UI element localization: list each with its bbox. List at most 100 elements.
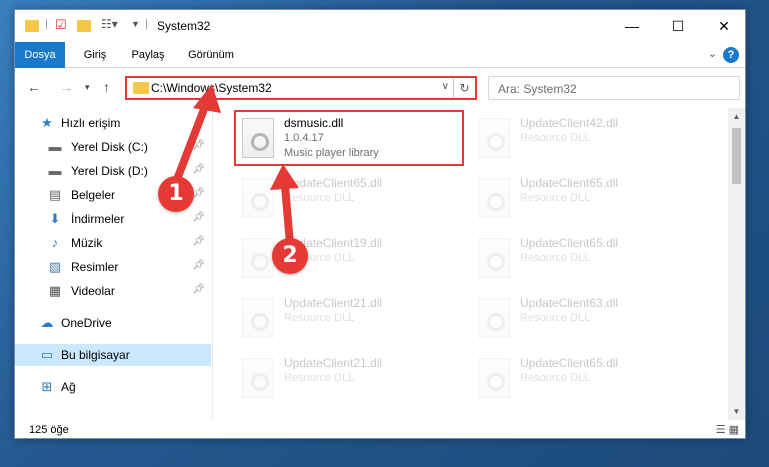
dll-file-icon	[478, 298, 510, 338]
pin-icon: 📌︎	[192, 140, 205, 151]
file-item[interactable]: UpdateClient65.dll Resource DLL	[472, 232, 702, 288]
vertical-scrollbar[interactable]: ▲ ▼	[728, 108, 745, 420]
up-arrow-icon[interactable]: ↑	[103, 79, 110, 95]
scroll-down-icon[interactable]: ▼	[728, 403, 745, 420]
dll-file-icon	[242, 118, 274, 158]
file-name: UpdateClient21.dll	[284, 296, 383, 310]
sidebar-item-music[interactable]: ♪ Müzik 📌︎	[15, 232, 211, 254]
tab-share[interactable]: Paylaş	[123, 42, 173, 68]
tab-home[interactable]: Giriş	[73, 42, 117, 68]
dll-file-icon	[478, 358, 510, 398]
pin-icon: 📌︎	[192, 284, 205, 295]
file-item[interactable]: UpdateClient65.dll Resource DLL	[472, 172, 702, 228]
back-arrow-icon[interactable]: ←	[27, 79, 41, 95]
sidebar-item-videos[interactable]: ▦ Videolar 📌︎	[15, 280, 211, 302]
file-item-dsmusic[interactable]: dsmusic.dll 1.0.4.17 Music player librar…	[234, 110, 464, 166]
pin-icon: 📌︎	[192, 164, 205, 175]
dll-file-icon	[242, 238, 274, 278]
document-icon: ▤	[48, 187, 62, 202]
search-placeholder: Ara: System32	[498, 82, 577, 96]
pin-icon: 📌︎	[192, 212, 205, 223]
close-button[interactable]: ✕	[701, 10, 745, 42]
file-name: UpdateClient65.dll	[284, 176, 383, 190]
drive-icon: ▬	[48, 163, 62, 178]
computer-icon: ▭	[40, 347, 54, 362]
sidebar-item-label: Belgeler	[71, 188, 116, 202]
file-name: UpdateClient65.dll	[520, 176, 619, 190]
customize-toolbar-icon[interactable]: ☷▾	[101, 17, 118, 33]
properties-icon[interactable]: ☑	[55, 17, 67, 33]
dropdown-icon[interactable]: ▼	[131, 19, 140, 35]
dll-file-icon	[242, 358, 274, 398]
dll-file-icon	[478, 178, 510, 218]
address-bar[interactable]: C:\Windows\System32 ∨ ↻	[125, 76, 477, 100]
file-item[interactable]: UpdateClient65.dll Resource DLL	[236, 172, 466, 228]
scroll-up-icon[interactable]: ▲	[728, 108, 745, 125]
file-description: Resource DLL	[520, 192, 591, 204]
view-toggle-icons[interactable]: ☰ ▦	[716, 423, 739, 436]
item-count: 125 öğe	[29, 424, 69, 436]
pictures-icon: ▧	[48, 259, 62, 274]
scrollbar-thumb[interactable]	[732, 128, 741, 184]
chevron-down-icon[interactable]: ∨	[442, 81, 449, 92]
refresh-icon[interactable]: ↻	[453, 78, 475, 98]
step-badge-1: 1	[158, 176, 194, 212]
status-bar: 125 öğe ☰ ▦	[15, 420, 745, 438]
file-description: Resource DLL	[520, 372, 591, 384]
file-description: Music player library	[284, 147, 379, 159]
tab-file[interactable]: Dosya	[15, 42, 65, 68]
navigation-bar: ← → ▾ ↑ C:\Windows\System32 ∨ ↻ Ara: Sys…	[15, 68, 745, 108]
video-icon: ▦	[48, 283, 62, 298]
star-icon: ★	[41, 115, 53, 130]
new-folder-icon[interactable]	[77, 20, 91, 32]
ribbon-tabs: Dosya Giriş Paylaş Görünüm ⌄ ?	[15, 42, 745, 68]
tab-view[interactable]: Görünüm	[181, 42, 241, 68]
sidebar-item-pictures[interactable]: ▧ Resimler 📌︎	[15, 256, 211, 278]
network-icon: ⊞	[41, 379, 53, 394]
sidebar-item-label: Resimler	[71, 260, 119, 274]
file-name: UpdateClient63.dll	[520, 296, 619, 310]
dll-file-icon	[242, 298, 274, 338]
title-bar: | ☑ ☷▾ ▼ | System32 — ☐ ✕	[15, 10, 745, 42]
separator-icon: |	[145, 18, 148, 30]
help-icon[interactable]: ?	[723, 47, 739, 63]
search-input[interactable]: Ara: System32	[488, 76, 740, 100]
file-item[interactable]: UpdateClient42.dll Resource DLL	[472, 112, 702, 168]
sidebar-item-label: Yerel Disk (C:)	[71, 140, 148, 154]
file-name: dsmusic.dll	[284, 116, 344, 130]
sidebar-item-quick-access[interactable]: ★ Hızlı erişim	[15, 112, 211, 134]
file-item[interactable]: UpdateClient21.dll Resource DLL	[236, 292, 466, 348]
file-name: UpdateClient65.dll	[520, 356, 619, 370]
file-description: Resource DLL	[520, 312, 591, 324]
sidebar-item-label: OneDrive	[61, 316, 112, 330]
folder-icon[interactable]	[25, 20, 39, 32]
file-item[interactable]: UpdateClient21.dll Resource DLL	[236, 352, 466, 408]
sidebar-item-label: Hızlı erişim	[61, 116, 121, 130]
sidebar-item-label: İndirmeler	[71, 212, 125, 226]
file-description: Resource DLL	[520, 132, 591, 144]
file-item[interactable]: UpdateClient65.dll Resource DLL	[472, 352, 702, 408]
pin-icon: 📌︎	[192, 236, 205, 247]
sidebar-item-downloads[interactable]: ⬇ İndirmeler 📌︎	[15, 208, 211, 230]
file-item[interactable]: UpdateClient63.dll Resource DLL	[472, 292, 702, 348]
chevron-down-icon[interactable]: ⌄	[708, 47, 717, 60]
sidebar-item-label: Bu bilgisayar	[61, 348, 130, 362]
sidebar-item-network[interactable]: ⊞ Ağ	[15, 376, 211, 398]
recent-locations-icon[interactable]: ▾	[85, 82, 90, 93]
folder-icon	[133, 82, 149, 94]
sidebar-item-local-disk-c[interactable]: ▬ Yerel Disk (C:) 📌︎	[15, 136, 211, 158]
forward-arrow-icon[interactable]: →	[59, 79, 73, 95]
sidebar-item-onedrive[interactable]: ☁ OneDrive	[15, 312, 211, 334]
file-item[interactable]: UpdateClient19.dll Resource DLL	[236, 232, 466, 288]
sidebar-item-label: Videolar	[71, 284, 115, 298]
minimize-button[interactable]: —	[609, 10, 655, 42]
address-path[interactable]: C:\Windows\System32	[151, 81, 272, 95]
sidebar-item-this-pc[interactable]: ▭ Bu bilgisayar	[15, 344, 211, 366]
maximize-button[interactable]: ☐	[655, 10, 701, 42]
file-explorer-window: | ☑ ☷▾ ▼ | System32 — ☐ ✕ Dosya Giriş Pa…	[14, 9, 746, 439]
file-name: UpdateClient42.dll	[520, 116, 619, 130]
file-name: UpdateClient65.dll	[520, 236, 619, 250]
separator-icon: |	[45, 18, 48, 30]
window-title: System32	[157, 19, 211, 33]
pin-icon: 📌︎	[192, 188, 205, 199]
